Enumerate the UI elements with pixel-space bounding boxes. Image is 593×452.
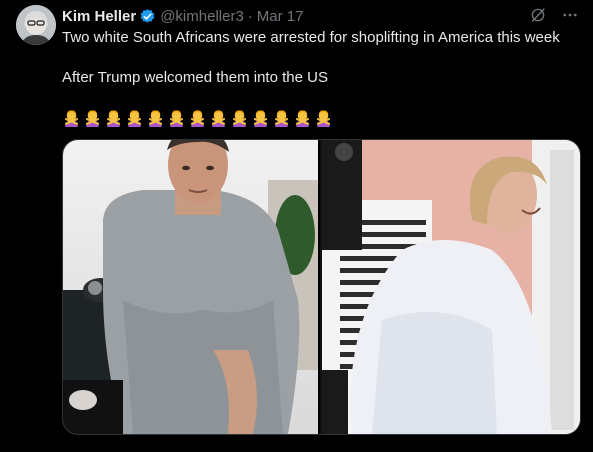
person-gesturing-no-icon — [62, 108, 81, 127]
tweet-date[interactable]: Mar 17 — [257, 8, 304, 25]
person-gesturing-no-icon — [293, 108, 312, 127]
person-gesturing-no-icon — [251, 108, 270, 127]
tweet-text: Two white South Africans were arrested f… — [62, 28, 584, 88]
person-gesturing-no-icon — [167, 108, 186, 127]
tweet-media[interactable] — [62, 139, 581, 435]
person-gesturing-no-icon — [272, 108, 291, 127]
avatar[interactable] — [16, 5, 56, 45]
person-gesturing-no-icon — [104, 108, 123, 127]
person-gesturing-no-icon — [188, 108, 207, 127]
person-gesturing-no-icon — [83, 108, 102, 127]
person-gesturing-no-icon — [146, 108, 165, 127]
photo-woman-arrest — [322, 140, 580, 434]
media-photo-left[interactable] — [63, 140, 319, 434]
person-gesturing-no-icon — [230, 108, 249, 127]
verified-badge-icon — [139, 8, 156, 25]
author-handle[interactable]: @kimheller3 — [160, 8, 244, 25]
author-name[interactable]: Kim Heller — [62, 8, 136, 25]
person-gesturing-no-icon — [125, 108, 144, 127]
grok-icon[interactable] — [529, 6, 547, 24]
photo-man-arrest — [63, 140, 319, 434]
media-photo-right[interactable] — [322, 140, 580, 434]
tweet-header: Kim Heller @kimheller3 · Mar 17 — [62, 6, 583, 26]
person-gesturing-no-icon — [209, 108, 228, 127]
media-divider — [318, 140, 321, 434]
separator-dot: · — [247, 7, 253, 25]
header-actions — [529, 6, 579, 24]
avatar-image — [16, 5, 56, 45]
more-icon[interactable] — [561, 6, 579, 24]
person-gesturing-no-icon — [314, 108, 333, 127]
tweet-line-2: After Trump welcomed them into the US — [62, 69, 328, 86]
emoji-row — [62, 108, 333, 127]
tweet-line-1: Two white South Africans were arrested f… — [62, 29, 560, 46]
